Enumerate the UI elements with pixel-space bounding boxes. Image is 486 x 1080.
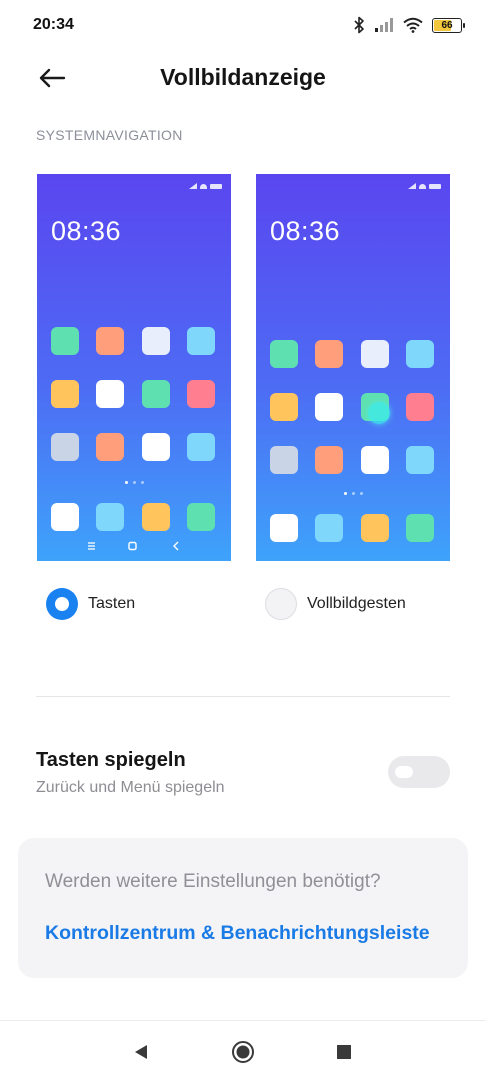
mirror-buttons-setting[interactable]: Tasten spiegeln Zurück und Menü spiegeln [0, 745, 486, 805]
app-tile [142, 380, 170, 408]
preview-buttons[interactable]: 08:36 [37, 174, 231, 561]
nav-recents-button[interactable] [330, 1038, 358, 1066]
dock-tile [270, 514, 298, 542]
app-tile [315, 340, 343, 368]
app-tile [406, 340, 434, 368]
dock-tile [406, 514, 434, 542]
dock-tile [51, 503, 79, 531]
page-title: Vollbildanzeige [160, 64, 326, 90]
app-tile [315, 446, 343, 474]
recents-square-icon [337, 1045, 351, 1059]
dock-tile [187, 503, 215, 531]
app-tile [406, 446, 434, 474]
bluetooth-icon [353, 16, 365, 34]
battery-level: 66 [441, 19, 453, 31]
section-label: SYSTEMNAVIGATION [36, 127, 183, 143]
setting-subtitle: Zurück und Menü spiegeln [36, 779, 225, 796]
app-header: Vollbildanzeige [0, 52, 486, 102]
home-circle-icon [232, 1041, 254, 1063]
app-tile [361, 446, 389, 474]
option-label: Vollbildgesten [307, 595, 406, 612]
radio-unselected[interactable] [265, 588, 297, 620]
app-tile [187, 380, 215, 408]
app-tile [270, 446, 298, 474]
preview-status-icons [408, 183, 441, 189]
app-tile [96, 433, 124, 461]
app-tile [270, 340, 298, 368]
app-tile [51, 380, 79, 408]
app-tile [406, 393, 434, 421]
back-triangle-icon [135, 1045, 147, 1059]
mirror-toggle[interactable] [388, 756, 450, 788]
system-nav-bar [0, 1020, 486, 1080]
more-settings-question: Werden weitere Einstellungen benötigt? [45, 871, 381, 892]
preview-nav-buttons [37, 537, 231, 555]
app-tile [187, 327, 215, 355]
battery-icon: 66 [432, 17, 465, 33]
preview-status-icons [189, 183, 222, 189]
app-tile [51, 327, 79, 355]
dock-tile [315, 514, 343, 542]
toggle-knob [395, 766, 413, 778]
more-settings-card: Werden weitere Einstellungen benötigt? K… [18, 838, 468, 978]
gesture-touch-indicator [368, 402, 390, 424]
app-tile [96, 380, 124, 408]
app-tile [270, 393, 298, 421]
nav-home-button[interactable] [229, 1038, 257, 1066]
status-time: 20:34 [33, 16, 74, 33]
preview-gestures[interactable]: 08:36 [256, 174, 450, 561]
menu-icon [88, 542, 95, 550]
control-center-link[interactable]: Kontrollzentrum & Benachrichtungsleiste [45, 922, 430, 945]
dock-tile [96, 503, 124, 531]
setting-title: Tasten spiegeln [36, 749, 186, 771]
dock-tile [361, 514, 389, 542]
preview-clock: 08:36 [270, 216, 341, 246]
home-square-icon [128, 541, 137, 551]
page-dots [256, 492, 450, 495]
app-tile [315, 393, 343, 421]
option-vollbildgesten[interactable]: Vollbildgesten [265, 586, 406, 622]
wifi-icon [403, 17, 423, 33]
back-chevron-icon [173, 541, 179, 551]
app-tile [187, 433, 215, 461]
divider [36, 696, 450, 697]
app-tile [361, 340, 389, 368]
radio-selected[interactable] [46, 588, 78, 620]
status-bar: 20:34 66 [0, 0, 486, 52]
option-tasten[interactable]: Tasten [46, 586, 135, 622]
status-icons: 66 [353, 14, 465, 36]
signal-icon [374, 17, 394, 33]
option-label: Tasten [88, 595, 136, 612]
nav-back-button[interactable] [127, 1038, 155, 1066]
dock-tile [142, 503, 170, 531]
app-tile [51, 433, 79, 461]
app-tile [142, 433, 170, 461]
page-dots [37, 481, 231, 484]
preview-clock: 08:36 [51, 216, 122, 246]
app-tile [96, 327, 124, 355]
app-tile [142, 327, 170, 355]
